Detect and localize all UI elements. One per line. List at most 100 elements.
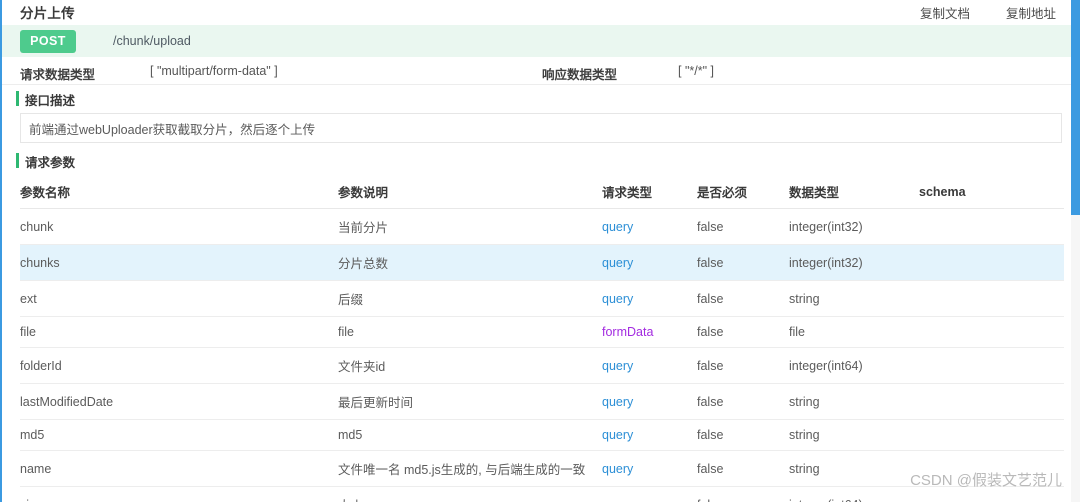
description-section-heading: 接口描述 (2, 85, 1080, 113)
table-row[interactable]: name 文件唯一名 md5.js生成的, 与后端生成的一致 query false s… (20, 450, 1064, 487)
cell-param-required: false (697, 316, 789, 348)
description-text: 前端通过webUploader获取截取分片，然后逐个上传 (20, 113, 1062, 143)
cell-param-type: integer(int64) (789, 347, 919, 384)
cell-param-in-link[interactable]: query (602, 292, 633, 306)
endpoint-method-row: POST /chunk/upload (2, 24, 1080, 57)
cell-param-type: string (789, 419, 919, 451)
cell-param-in: query (602, 450, 697, 487)
cell-param-name: folderId (20, 347, 338, 384)
table-row[interactable]: size大小query falseinteger(int64) (20, 486, 1064, 502)
cell-param-name: chunk (20, 208, 338, 245)
cell-param-schema (919, 450, 1064, 487)
description-wrapper: 前端通过webUploader获取截取分片，然后逐个上传 (2, 113, 1080, 143)
cell-param-name: md5 (20, 419, 338, 451)
table-row[interactable]: folderId 文件夹id query false integer(int64) (20, 347, 1064, 384)
cell-param-desc: file (338, 316, 602, 348)
cell-param-in: query (602, 419, 697, 451)
table-header-row: 参数名称 参数说明 请求类型 是否必须 数据类型 schema (20, 175, 1064, 209)
cell-param-in: query (602, 244, 697, 281)
request-datatype-value: [ "multipart/form-data" ] (150, 64, 278, 78)
datatype-row: 请求数据类型 [ "multipart/form-data" ] 响应数据类型 … (2, 57, 1080, 85)
cell-param-type: integer(int32) (789, 208, 919, 245)
copy-doc-link[interactable]: 复制文档 (920, 3, 970, 22)
cell-param-required: false (697, 383, 789, 420)
cell-param-desc: md5 (338, 419, 602, 451)
cell-param-desc: 后缀 (338, 280, 602, 317)
cell-param-in: query (602, 347, 697, 384)
cell-param-desc: 文件唯一名 md5.js生成的, 与后端生成的一致 (338, 450, 602, 487)
cell-param-required: false (697, 280, 789, 317)
cell-param-name: lastModifiedDate (20, 383, 338, 420)
params-table-wrapper: 参数名称 参数说明 请求类型 是否必须 数据类型 schema chunk 当前分… (2, 175, 1080, 502)
cell-param-name: size (20, 486, 338, 502)
table-row[interactable]: md5 md5 query false string (20, 419, 1064, 451)
cell-param-type: string (789, 383, 919, 420)
table-row[interactable]: file file formData false file (20, 316, 1064, 348)
cell-param-schema (919, 208, 1064, 245)
header-actions: 复制文档 复制地址 (920, 3, 1080, 22)
cell-param-in: formData (602, 316, 697, 348)
cell-param-in-link[interactable]: formData (602, 325, 653, 339)
params-table-body: chunk 当前分片 query false integer(int32) chunks 分… (20, 208, 1064, 502)
col-header-in: 请求类型 (602, 175, 697, 209)
description-section-title: 接口描述 (25, 93, 76, 108)
cell-param-in-link[interactable]: query (602, 498, 633, 502)
cell-param-type: string (789, 450, 919, 487)
scrollbar-thumb[interactable] (1071, 0, 1080, 215)
api-doc-page: 分片上传 复制文档 复制地址 POST /chunk/upload 请求数据类型… (0, 0, 1080, 502)
cell-param-type: integer(int32) (789, 244, 919, 281)
cell-param-required: false (697, 347, 789, 384)
cell-param-name: ext (20, 280, 338, 317)
cell-param-in-link[interactable]: query (602, 220, 633, 234)
col-header-type: 数据类型 (789, 175, 919, 209)
cell-param-type: file (789, 316, 919, 348)
cell-param-in: query (602, 280, 697, 317)
params-table: 参数名称 参数说明 请求类型 是否必须 数据类型 schema chunk 当前分… (20, 175, 1064, 502)
params-table-head: 参数名称 参数说明 请求类型 是否必须 数据类型 schema (20, 175, 1064, 209)
col-header-desc: 参数说明 (338, 175, 602, 209)
cell-param-required: false (697, 419, 789, 451)
col-header-required: 是否必须 (697, 175, 789, 209)
cell-param-in-link[interactable]: query (602, 428, 633, 442)
params-section-title: 请求参数 (25, 155, 76, 170)
params-section-heading: 请求参数 (2, 147, 1080, 175)
copy-url-link[interactable]: 复制地址 (1006, 3, 1056, 22)
table-row[interactable]: chunk 当前分片 query false integer(int32) (20, 208, 1064, 245)
green-accent-bar-icon (16, 91, 19, 106)
cell-param-schema (919, 486, 1064, 502)
cell-param-in-link[interactable]: query (602, 462, 633, 476)
cell-param-in-link[interactable]: query (602, 359, 633, 373)
response-datatype-value: [ "*/*" ] (678, 64, 714, 78)
cell-param-name: file (20, 316, 338, 348)
cell-param-in-link[interactable]: query (602, 395, 633, 409)
request-datatype-label: 请求数据类型 (20, 68, 96, 82)
cell-param-name: chunks (20, 244, 338, 281)
table-row[interactable]: ext 后缀 query false string (20, 280, 1064, 317)
cell-param-schema (919, 280, 1064, 317)
cell-param-type: integer(int64) (789, 486, 919, 502)
page-title: 分片上传 (20, 6, 75, 21)
cell-param-name: name (20, 450, 338, 487)
cell-param-required: false (697, 450, 789, 487)
http-method-badge[interactable]: POST (20, 29, 76, 53)
cell-param-in: query (602, 208, 697, 245)
cell-param-in: query (602, 486, 697, 502)
cell-param-required: false (697, 486, 789, 502)
col-header-schema: schema (919, 175, 1064, 209)
col-header-name: 参数名称 (20, 175, 338, 209)
endpoint-path: /chunk/upload (113, 34, 191, 48)
scrollbar-track[interactable] (1071, 0, 1080, 502)
cell-param-required: false (697, 244, 789, 281)
table-row[interactable]: lastModifiedDate 最后更新时间 query false string (20, 383, 1064, 420)
cell-param-required: false (697, 208, 789, 245)
cell-param-schema (919, 383, 1064, 420)
cell-param-in: query (602, 383, 697, 420)
endpoint-header: 分片上传 复制文档 复制地址 (2, 0, 1080, 24)
cell-param-desc: 最后更新时间 (338, 383, 602, 420)
cell-param-in-link[interactable]: query (602, 256, 633, 270)
table-row[interactable]: chunks 分片总数 query false integer(int32) (20, 244, 1064, 281)
cell-param-desc: 大小 (338, 486, 602, 502)
cell-param-desc: 当前分片 (338, 208, 602, 245)
cell-param-schema (919, 347, 1064, 384)
cell-param-schema (919, 244, 1064, 281)
